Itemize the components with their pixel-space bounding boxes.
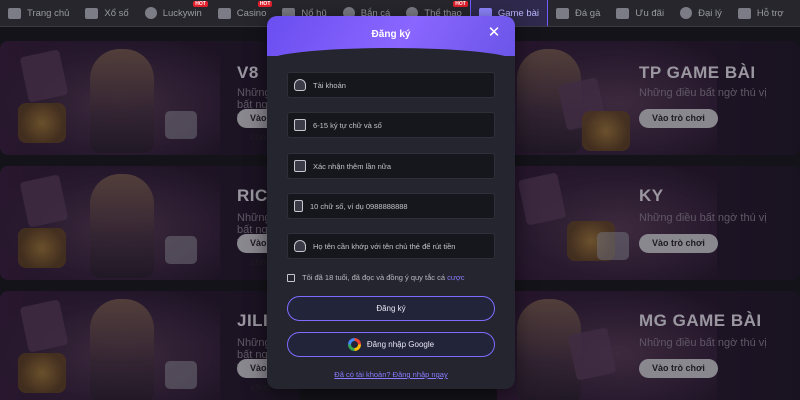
phone-icon	[294, 200, 303, 212]
password-field[interactable]	[287, 112, 495, 138]
soccer-icon	[144, 7, 157, 19]
casino-icon	[217, 7, 231, 19]
terms-checkbox[interactable]	[287, 273, 295, 282]
google-login-button[interactable]: Đăng nhập Google	[287, 332, 495, 357]
page: Trang chủ Xổ số Luckywin HOT Casino HOT …	[0, 0, 800, 400]
username-field[interactable]	[287, 72, 495, 98]
terms-label: Tôi đã 18 tuổi, đã đọc và đồng ý quy tắc…	[302, 273, 446, 282]
hot-badge: HOT	[453, 1, 468, 7]
lottery-icon	[85, 7, 99, 19]
username-input[interactable]	[313, 80, 493, 90]
register-button[interactable]: Đăng ký	[287, 296, 495, 321]
modal-header: Đăng ký	[267, 16, 515, 64]
password-input[interactable]	[313, 120, 493, 130]
user-icon	[294, 79, 306, 91]
nav-label: Đá gà	[575, 7, 601, 19]
support-icon	[737, 7, 751, 19]
home-icon	[8, 7, 21, 19]
terms-row: Tôi đã 18 tuổi, đã đọc và đồng ý quy tắc…	[287, 273, 465, 282]
user-icon	[294, 240, 306, 252]
nav-item-luckywin[interactable]: Luckywin HOT	[137, 0, 210, 26]
nav-item-support[interactable]: Hỗ trợ	[730, 0, 792, 26]
nav-item-promotions[interactable]: Ưu đãi	[608, 0, 672, 26]
phone-input[interactable]	[310, 201, 490, 211]
nav-label: Hỗ trợ	[756, 7, 784, 19]
nav-item-home[interactable]: Trang chủ	[0, 0, 77, 26]
lock-icon	[294, 119, 306, 131]
nav-item-casino[interactable]: Casino HOT	[210, 0, 275, 26]
nav-label: Ưu đãi	[635, 7, 665, 19]
hot-badge: HOT	[193, 1, 208, 7]
hot-badge: HOT	[257, 1, 273, 7]
fullname-field[interactable]	[287, 233, 495, 259]
gift-icon	[616, 7, 630, 19]
close-icon[interactable]: ✕	[487, 25, 501, 40]
google-login-label: Đăng nhập Google	[366, 340, 435, 349]
confirm-password-field[interactable]	[287, 153, 495, 179]
nav-label: Casino	[236, 7, 267, 19]
terms-text: Tôi đã 18 tuổi, đã đọc và đồng ý quy tắc…	[302, 273, 465, 282]
rooster-icon	[556, 7, 569, 19]
nav-item-agent[interactable]: Đại lý	[672, 0, 730, 26]
register-modal: Đăng ký ✕ Tôi đã 18 tuổi, đã đọc và đồng…	[267, 16, 515, 389]
nav-label: Đại lý	[698, 7, 722, 19]
nav-label: Luckywin	[162, 7, 202, 19]
confirm-password-input[interactable]	[313, 161, 493, 171]
login-link[interactable]: Đã có tài khoản? Đăng nhập ngay	[267, 370, 515, 379]
nav-label: Trang chủ	[27, 7, 70, 19]
agent-icon	[680, 7, 693, 19]
lock-icon	[294, 160, 306, 172]
modal-title: Đăng ký	[371, 28, 411, 40]
nav-item-cockfight[interactable]: Đá gà	[548, 0, 608, 26]
fullname-input[interactable]	[313, 241, 493, 251]
nav-item-lottery[interactable]: Xổ số	[77, 0, 136, 26]
nav-label: Xổ số	[104, 7, 129, 19]
google-icon	[347, 338, 361, 351]
phone-field[interactable]	[287, 193, 495, 219]
terms-link[interactable]: cược	[447, 273, 464, 282]
